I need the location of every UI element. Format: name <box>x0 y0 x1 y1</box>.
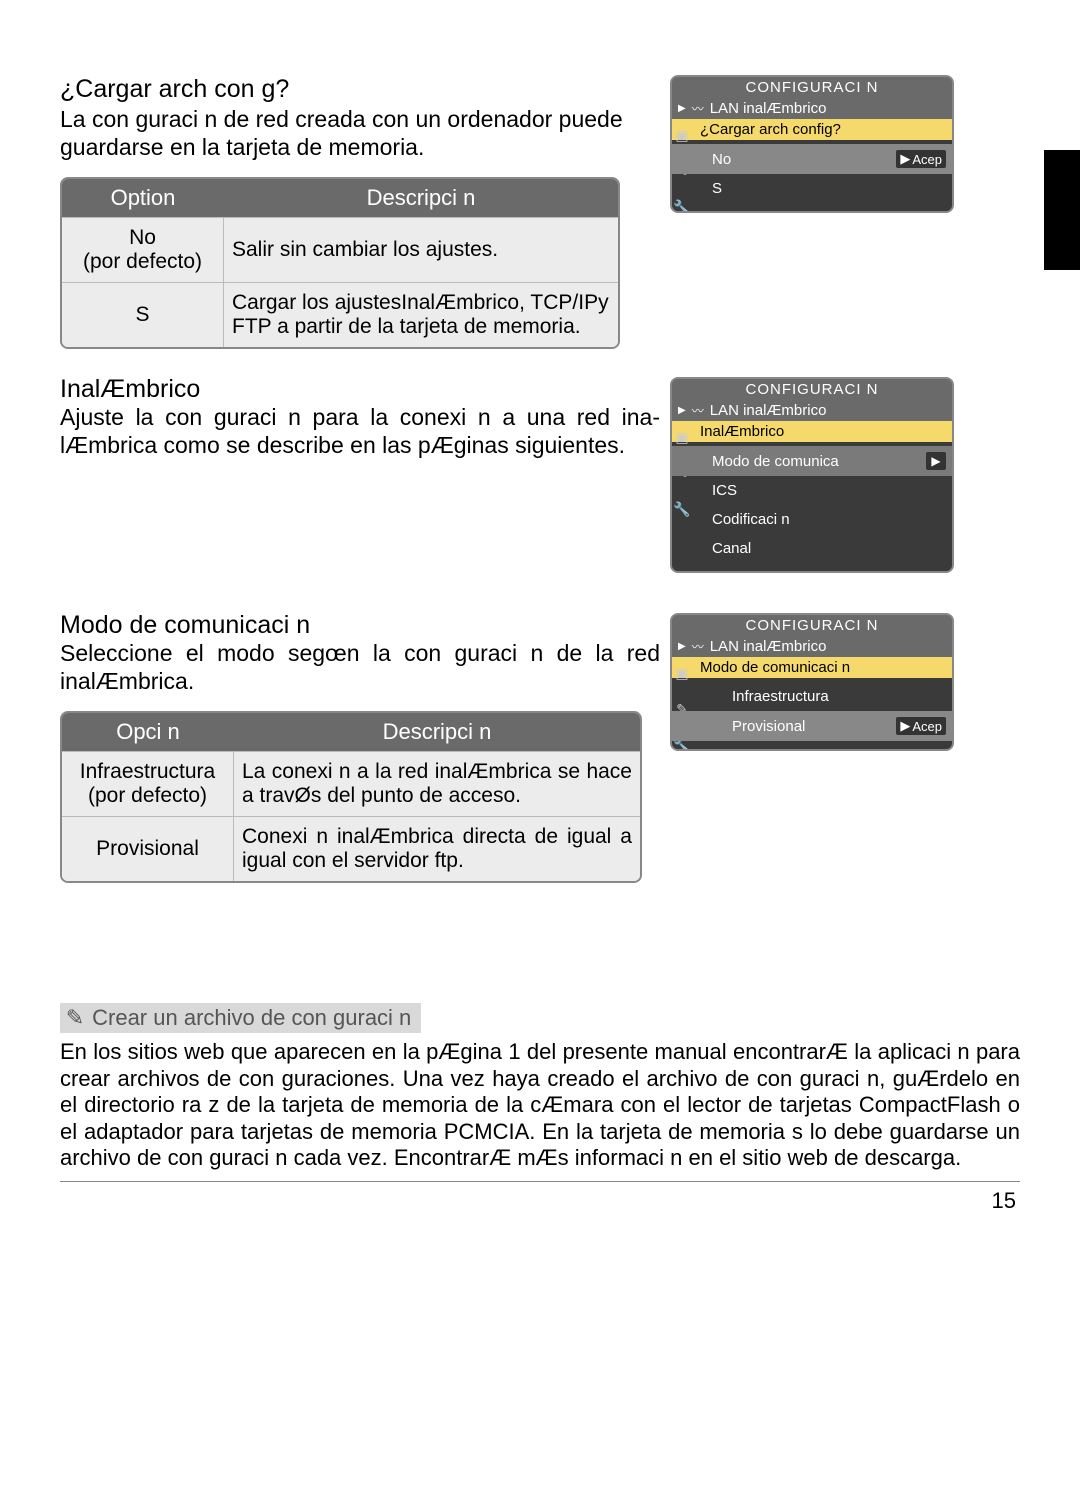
panel3-opt-prov[interactable]: Provisional ▶Acep <box>672 711 952 741</box>
table-cargar: Option Descripci n No (por defecto) Sali… <box>60 177 620 349</box>
divider <box>60 1181 1020 1182</box>
section-modo: Modo de comunicaci n Seleccione el modo … <box>60 593 1020 883</box>
accept-label: Acep <box>912 719 942 734</box>
side-tab <box>1044 150 1080 270</box>
panel2-item3: Canal <box>712 540 751 557</box>
play-icon: ▶ <box>678 641 686 652</box>
panel2-options: Modo de comunica ▶ ICS Codificaci n Cana… <box>672 442 952 571</box>
panel1-sub: ▶ 〰 LAN inalÆmbrico <box>672 98 952 119</box>
panel1-selected: ¿Cargar arch config? <box>672 119 952 140</box>
pencil-icon: ✎ <box>64 1005 86 1031</box>
th-desc: Descripci n <box>224 179 618 217</box>
section1-text: ¿Cargar arch con g? La con guraci n de r… <box>60 75 660 349</box>
panel2-item2: Codificaci n <box>712 511 790 528</box>
footnote-title: ✎ Crear un archivo de con guraci n <box>60 1003 421 1033</box>
camera-icon: ▣ <box>674 665 690 681</box>
wifi-icon: 〰 <box>692 402 704 419</box>
panel3-sub: ▶ 〰 LAN inalÆmbrico <box>672 636 952 657</box>
panel2-sub: ▶ 〰 LAN inalÆmbrico <box>672 400 952 421</box>
panel1-title: CONFIGURACI N <box>672 77 952 98</box>
footnote-title-label: Crear un archivo de con guraci n <box>92 1005 411 1030</box>
th-option: Option <box>62 179 224 217</box>
accept-button[interactable]: ▶Acep <box>896 717 946 735</box>
panel3-opt-infra[interactable]: Infraestructura <box>672 682 952 711</box>
section3-para: Seleccione el modo segœn la con guraci n… <box>60 640 660 695</box>
panel1-opt-si[interactable]: S <box>672 174 952 203</box>
screen-panel-modo: CONFIGURACI N ▶ 〰 LAN inalÆmbrico Modo d… <box>670 613 954 751</box>
footnote: ✎ Crear un archivo de con guraci n En lo… <box>60 1003 1020 1171</box>
panel1-opt-si-label: S <box>712 180 722 197</box>
camera-icon: ▣ <box>674 127 690 143</box>
screen-panel-inalambrico: CONFIGURACI N ▶ 〰 LAN inalÆmbrico InalÆm… <box>670 377 954 573</box>
opt-no-label: No (por defecto) <box>83 226 202 273</box>
panel2-item0: Modo de comunica <box>712 453 839 470</box>
panel3-opt-infra-label: Infraestructura <box>732 688 829 705</box>
camera-icon: ▣ <box>674 429 690 445</box>
section-cargar: ¿Cargar arch con g? La con guraci n de r… <box>60 75 1020 349</box>
panel1-opt-no[interactable]: No ▶Acep <box>672 144 952 174</box>
section3-heading: Modo de comunicaci n <box>60 611 660 640</box>
panel3-opt-prov-label: Provisional <box>732 718 805 735</box>
panel1-sub-label: LAN inalÆmbrico <box>710 100 827 117</box>
opt-prov: Provisional <box>62 816 234 881</box>
panel2-sub-label: LAN inalÆmbrico <box>710 402 827 419</box>
section3-text: Modo de comunicaci n Seleccione el modo … <box>60 593 660 883</box>
footnote-body: En los sitios web que aparecen en la pÆg… <box>60 1039 1020 1171</box>
th-desc2: Descripci n <box>234 713 640 751</box>
opt-infra-label: Infraestructura (por defecto) <box>80 760 215 807</box>
th-option2: Opci n <box>62 713 234 751</box>
panel2-opt-cod[interactable]: Codificaci n <box>672 505 952 534</box>
panel2-opt-ics[interactable]: ICS <box>672 476 952 505</box>
panel3-selected: Modo de comunicaci n <box>672 657 952 678</box>
table-modo: Opci n Descripci n Infraestructura (por … <box>60 711 642 883</box>
arrow-icon: ▶ <box>926 452 946 470</box>
screen-panel-cargar: CONFIGURACI N ▶ 〰 LAN inalÆmbrico ¿Carga… <box>670 75 954 213</box>
panel1-opt-no-label: No <box>712 151 731 168</box>
accept-button[interactable]: ▶Acep <box>896 150 946 168</box>
opt-infra: Infraestructura (por defecto) <box>62 751 234 816</box>
opt-no-desc: Salir sin cambiar los ajustes. <box>224 217 618 282</box>
section1-para: La con guraci n de red creada con un ord… <box>60 106 660 161</box>
wifi-icon: 〰 <box>692 100 704 117</box>
opt-prov-desc: Conexi n inalÆmbrica directa de igual a … <box>234 816 640 881</box>
opt-si-desc: Cargar los ajustesInalÆmbrico, TCP/IPy F… <box>224 282 618 347</box>
section2-heading: InalÆmbrico <box>60 375 660 404</box>
opt-no: No (por defecto) <box>62 217 224 282</box>
panel2-opt-modo[interactable]: Modo de comunica ▶ <box>672 446 952 476</box>
opt-si: S <box>62 282 224 347</box>
section2-para: Ajuste la con guraci n para la conexi n … <box>60 404 660 459</box>
panel3-title: CONFIGURACI N <box>672 615 952 636</box>
section1-heading: ¿Cargar arch con g? <box>60 75 660 104</box>
panel2-title: CONFIGURACI N <box>672 379 952 400</box>
section2-text: InalÆmbrico Ajuste la con guraci n para … <box>60 357 660 475</box>
accept-label: Acep <box>912 152 942 167</box>
opt-infra-desc: La conexi n a la red inalÆmbrica se hace… <box>234 751 640 816</box>
panel2-selected: InalÆmbrico <box>672 421 952 442</box>
section-inalambrico: InalÆmbrico Ajuste la con guraci n para … <box>60 357 1020 573</box>
panel3-sub-label: LAN inalÆmbrico <box>710 638 827 655</box>
page: ¿Cargar arch con g? La con guraci n de r… <box>0 0 1080 1254</box>
panel2-item1: ICS <box>712 482 737 499</box>
panel2-opt-canal[interactable]: Canal <box>672 534 952 563</box>
panel3-options: Infraestructura Provisional ▶Acep <box>672 678 952 749</box>
play-icon: ▶ <box>678 103 686 114</box>
page-number: 15 <box>60 1188 1020 1214</box>
panel1-options: No ▶Acep S <box>672 140 952 211</box>
play-icon: ▶ <box>678 405 686 416</box>
wifi-icon: 〰 <box>692 638 704 655</box>
